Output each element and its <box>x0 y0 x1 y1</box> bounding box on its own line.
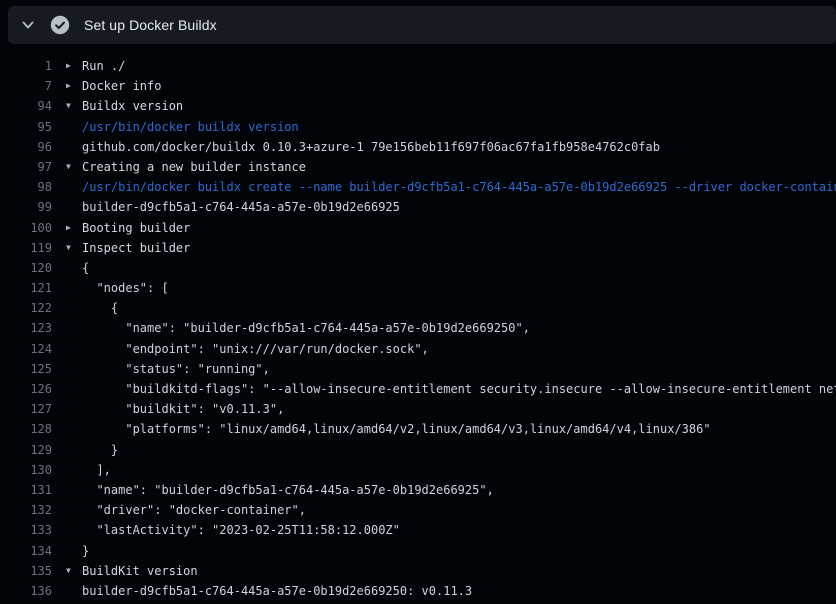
log-line: 95/usr/bin/docker buildx version <box>0 117 836 137</box>
group-collapse-icon[interactable]: ▼ <box>52 157 82 177</box>
chevron-down-icon[interactable] <box>21 18 35 32</box>
log-output: 1▶Run ./7▶Docker info94▼Buildx version95… <box>0 56 836 604</box>
log-line-number[interactable]: 132 <box>0 500 52 520</box>
log-text: "lastActivity": "2023-02-25T11:58:12.000… <box>82 520 836 540</box>
log-line-number[interactable]: 135 <box>0 561 52 581</box>
log-line-number[interactable]: 126 <box>0 379 52 399</box>
group-title[interactable]: Docker info <box>82 76 836 96</box>
log-text: "status": "running", <box>82 359 836 379</box>
log-line: 130 ], <box>0 460 836 480</box>
log-line-number[interactable]: 121 <box>0 278 52 298</box>
group-title[interactable]: Buildx version <box>82 96 836 116</box>
log-line: 124 "endpoint": "unix:///var/run/docker.… <box>0 339 836 359</box>
log-line: 7▶Docker info <box>0 76 836 96</box>
group-title[interactable]: Creating a new builder instance <box>82 157 836 177</box>
log-line-number[interactable]: 124 <box>0 339 52 359</box>
log-text: "name": "builder-d9cfb5a1-c764-445a-a57e… <box>82 318 836 338</box>
log-line-number[interactable]: 1 <box>0 56 52 76</box>
log-line-number[interactable]: 133 <box>0 520 52 540</box>
log-text: "endpoint": "unix:///var/run/docker.sock… <box>82 339 836 359</box>
log-line: 1▶Run ./ <box>0 56 836 76</box>
step-title: Set up Docker Buildx <box>84 17 217 33</box>
step-header[interactable]: Set up Docker Buildx <box>8 6 836 44</box>
log-line-number[interactable]: 122 <box>0 298 52 318</box>
log-line-number[interactable]: 127 <box>0 399 52 419</box>
log-line-number[interactable]: 96 <box>0 137 52 157</box>
log-text: ], <box>82 460 836 480</box>
log-line-number[interactable]: 7 <box>0 76 52 96</box>
log-line: 120 { <box>0 258 836 278</box>
group-collapse-icon[interactable]: ▼ <box>52 238 82 258</box>
log-line: 119▼Inspect builder <box>0 238 836 258</box>
log-text: { <box>82 298 836 318</box>
log-line: 125 "status": "running", <box>0 359 836 379</box>
log-line: 129 } <box>0 440 836 460</box>
log-text: "nodes": [ <box>82 278 836 298</box>
log-line: 135▼BuildKit version <box>0 561 836 581</box>
log-line-number[interactable]: 119 <box>0 238 52 258</box>
log-line-number[interactable]: 97 <box>0 157 52 177</box>
check-circle-icon <box>50 15 70 35</box>
log-text: "buildkit": "v0.11.3", <box>82 399 836 419</box>
log-text: builder-d9cfb5a1-c764-445a-a57e-0b19d2e6… <box>82 197 836 217</box>
log-line-number[interactable]: 99 <box>0 197 52 217</box>
log-line-number[interactable]: 98 <box>0 177 52 197</box>
log-line-number[interactable]: 120 <box>0 258 52 278</box>
log-line: 94▼Buildx version <box>0 96 836 116</box>
log-text: } <box>82 440 836 460</box>
group-collapse-icon[interactable]: ▼ <box>52 96 82 116</box>
log-line: 128 "platforms": "linux/amd64,linux/amd6… <box>0 419 836 439</box>
log-text: "driver": "docker-container", <box>82 500 836 520</box>
log-text: } <box>82 541 836 561</box>
group-title[interactable]: Inspect builder <box>82 238 836 258</box>
log-line-number[interactable]: 94 <box>0 96 52 116</box>
group-title[interactable]: Booting builder <box>82 218 836 238</box>
log-line: 133 "lastActivity": "2023-02-25T11:58:12… <box>0 520 836 540</box>
log-line-number[interactable]: 129 <box>0 440 52 460</box>
command-text: /usr/bin/docker buildx create --name bui… <box>82 177 836 197</box>
log-text: "buildkitd-flags": "--allow-insecure-ent… <box>82 379 836 399</box>
log-line-number[interactable]: 95 <box>0 117 52 137</box>
log-line: 132 "driver": "docker-container", <box>0 500 836 520</box>
log-line-number[interactable]: 128 <box>0 419 52 439</box>
log-line-number[interactable]: 131 <box>0 480 52 500</box>
group-expand-icon[interactable]: ▶ <box>52 56 82 76</box>
log-text: github.com/docker/buildx 0.10.3+azure-1 … <box>82 137 836 157</box>
log-line-number[interactable]: 134 <box>0 541 52 561</box>
log-line: 98/usr/bin/docker buildx create --name b… <box>0 177 836 197</box>
log-line-number[interactable]: 123 <box>0 318 52 338</box>
log-line: 97▼Creating a new builder instance <box>0 157 836 177</box>
group-expand-icon[interactable]: ▶ <box>52 218 82 238</box>
log-line-number[interactable]: 125 <box>0 359 52 379</box>
log-text: builder-d9cfb5a1-c764-445a-a57e-0b19d2e6… <box>82 581 836 601</box>
group-title[interactable]: Run ./ <box>82 56 836 76</box>
log-line: 122 { <box>0 298 836 318</box>
log-line: 123 "name": "builder-d9cfb5a1-c764-445a-… <box>0 318 836 338</box>
log-text: { <box>82 258 836 278</box>
log-line: 96 github.com/docker/buildx 0.10.3+azure-… <box>0 137 836 157</box>
log-line: 131 "name": "builder-d9cfb5a1-c764-445a-… <box>0 480 836 500</box>
group-collapse-icon[interactable]: ▼ <box>52 561 82 581</box>
log-line: 126 "buildkitd-flags": "--allow-insecure… <box>0 379 836 399</box>
log-text: "platforms": "linux/amd64,linux/amd64/v2… <box>82 419 836 439</box>
group-title[interactable]: BuildKit version <box>82 561 836 581</box>
log-line: 136 builder-d9cfb5a1-c764-445a-a57e-0b19d… <box>0 581 836 601</box>
log-line: 121 "nodes": [ <box>0 278 836 298</box>
group-expand-icon[interactable]: ▶ <box>52 76 82 96</box>
log-line: 127 "buildkit": "v0.11.3", <box>0 399 836 419</box>
command-text: /usr/bin/docker buildx version <box>82 117 836 137</box>
log-line: 100▶Booting builder <box>0 218 836 238</box>
log-line-number[interactable]: 130 <box>0 460 52 480</box>
log-line: 99 builder-d9cfb5a1-c764-445a-a57e-0b19d2… <box>0 197 836 217</box>
log-text: "name": "builder-d9cfb5a1-c764-445a-a57e… <box>82 480 836 500</box>
log-line-number[interactable]: 136 <box>0 581 52 601</box>
log-line: 134} <box>0 541 836 561</box>
log-line-number[interactable]: 100 <box>0 218 52 238</box>
